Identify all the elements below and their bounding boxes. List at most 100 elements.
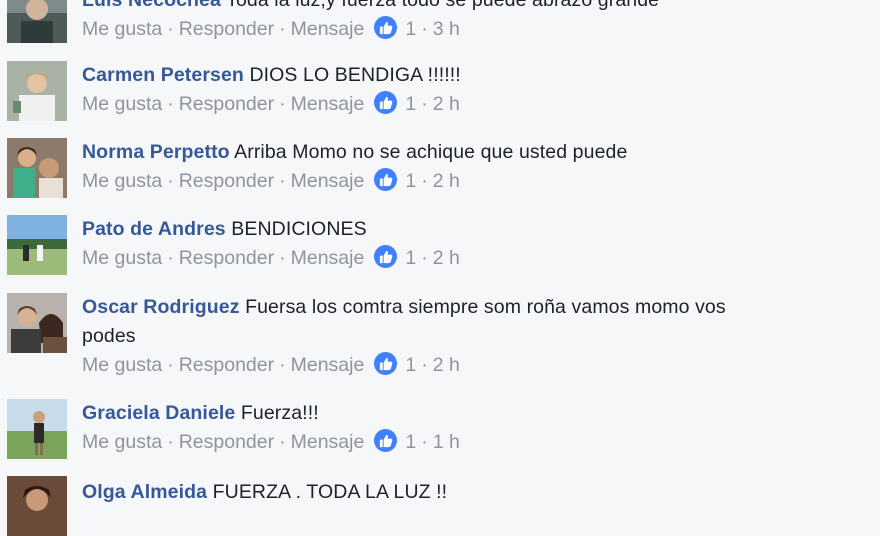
reply-button[interactable]: Responder [179, 431, 274, 453]
separator: · [167, 431, 174, 453]
comment-author-link[interactable]: Norma Perpetto [82, 141, 230, 163]
comment-author-link[interactable]: Oscar Rodriguez [82, 296, 240, 318]
like-count[interactable]: 1 [405, 354, 416, 376]
profile-photo-icon [7, 215, 67, 275]
comment-author-link[interactable]: Graciela Daniele [82, 402, 235, 424]
like-count[interactable]: 1 [405, 170, 416, 192]
separator: · [421, 247, 428, 269]
avatar[interactable] [7, 293, 67, 353]
like-count-icon[interactable] [374, 91, 398, 114]
like-count-icon[interactable] [374, 429, 398, 452]
comment-text: Pato de Andres BENDICIONES [82, 215, 840, 244]
comment-body: BENDICIONES [231, 218, 367, 240]
comment-timestamp[interactable]: 1 h [433, 431, 460, 453]
comment-author-link[interactable]: Luis Necochea [82, 0, 221, 11]
separator: · [167, 93, 174, 115]
reply-button[interactable]: Responder [179, 354, 274, 376]
like-button[interactable]: Me gusta [82, 18, 162, 40]
comment-actions: Me gusta · Responder · Mensaje 1 · 1 h [82, 428, 840, 457]
comment-actions: Me gusta · Responder · Mensaje 1 · 2 h [82, 351, 840, 380]
reply-button[interactable]: Responder [179, 170, 274, 192]
separator: · [167, 18, 174, 40]
like-count-icon[interactable] [374, 168, 398, 191]
separator: · [421, 93, 428, 115]
separator: · [279, 18, 286, 40]
profile-photo-icon [7, 293, 67, 353]
separator [364, 170, 374, 192]
separator [364, 18, 374, 40]
avatar[interactable] [7, 476, 67, 536]
like-count-icon[interactable] [374, 245, 398, 268]
comment-timestamp[interactable]: 2 h [433, 247, 460, 269]
avatar[interactable] [7, 0, 67, 43]
separator: · [279, 93, 286, 115]
like-button[interactable]: Me gusta [82, 247, 162, 269]
like-count[interactable]: 1 [405, 247, 416, 269]
like-button[interactable]: Me gusta [82, 354, 162, 376]
separator [364, 354, 374, 376]
separator: · [279, 170, 286, 192]
comment-text: Luis Necochea Toda la luz,y fuerza todo … [82, 0, 840, 15]
like-count[interactable]: 1 [405, 93, 416, 115]
comment-timestamp[interactable]: 2 h [433, 354, 460, 376]
separator [364, 247, 374, 269]
comment-author-link[interactable]: Olga Almeida [82, 481, 207, 503]
profile-photo-icon [7, 476, 67, 536]
reply-button[interactable]: Responder [179, 247, 274, 269]
like-button[interactable]: Me gusta [82, 93, 162, 115]
separator [364, 431, 374, 453]
comment-text: Oscar Rodriguez Fuersa los comtra siempr… [82, 293, 840, 322]
reply-button[interactable]: Responder [179, 93, 274, 115]
like-count[interactable]: 1 [405, 18, 416, 40]
comment-timestamp[interactable]: 3 h [433, 18, 460, 40]
comment-text: Olga Almeida FUERZA . TODA LA LUZ !! [82, 478, 840, 507]
separator: · [421, 431, 428, 453]
message-button[interactable]: Mensaje [291, 247, 365, 269]
comment-text: Norma Perpetto Arriba Momo no se achique… [82, 138, 840, 167]
message-button[interactable]: Mensaje [291, 170, 365, 192]
comment-timestamp[interactable]: 2 h [433, 170, 460, 192]
like-button[interactable]: Me gusta [82, 170, 162, 192]
like-count[interactable]: 1 [405, 431, 416, 453]
comment-body: Toda la luz,y fuerza todo se puede abraz… [226, 0, 660, 11]
profile-photo-icon [7, 399, 67, 459]
separator: · [279, 354, 286, 376]
comment-author-link[interactable]: Carmen Petersen [82, 64, 244, 86]
comment-body: FUERZA . TODA LA LUZ !! [212, 481, 448, 503]
message-button[interactable]: Mensaje [291, 431, 365, 453]
message-button[interactable]: Mensaje [291, 354, 365, 376]
avatar[interactable] [7, 61, 67, 121]
avatar[interactable] [7, 399, 67, 459]
separator: · [167, 354, 174, 376]
separator: · [421, 18, 428, 40]
separator: · [279, 431, 286, 453]
separator: · [421, 354, 428, 376]
like-button[interactable]: Me gusta [82, 431, 162, 453]
comment-text: Carmen Petersen DIOS LO BENDIGA !!!!!! [82, 61, 840, 90]
comment-author-link[interactable]: Pato de Andres [82, 218, 226, 240]
comment-body: DIOS LO BENDIGA !!!!!! [249, 64, 461, 86]
message-button[interactable]: Mensaje [291, 18, 365, 40]
separator: · [167, 170, 174, 192]
separator: · [167, 247, 174, 269]
reply-button[interactable]: Responder [179, 18, 274, 40]
comment-actions: Me gusta · Responder · Mensaje 1 · 2 h [82, 167, 840, 196]
message-button[interactable]: Mensaje [291, 93, 365, 115]
separator [364, 93, 374, 115]
comment-timestamp[interactable]: 2 h [433, 93, 460, 115]
avatar[interactable] [7, 138, 67, 198]
profile-photo-icon [7, 138, 67, 198]
comment-actions: Me gusta · Responder · Mensaje 1 · 2 h [82, 244, 840, 273]
avatar[interactable] [7, 215, 67, 275]
comment-body: Fuerza!!! [240, 402, 319, 424]
separator: · [421, 170, 428, 192]
comment-actions: Me gusta · Responder · Mensaje 1 · 2 h [82, 90, 840, 119]
comment-body: Arriba Momo no se achique que usted pued… [234, 141, 628, 163]
profile-photo-icon [7, 0, 67, 43]
like-count-icon[interactable] [374, 16, 398, 39]
comment-actions: Me gusta · Responder · Mensaje 1 · 3 h [82, 15, 840, 44]
comment-text: Graciela Daniele Fuerza!!! [82, 399, 840, 428]
comment-body: Fuersa los comtra siempre som roña vamos… [245, 296, 726, 318]
like-count-icon[interactable] [374, 352, 398, 375]
separator: · [279, 247, 286, 269]
